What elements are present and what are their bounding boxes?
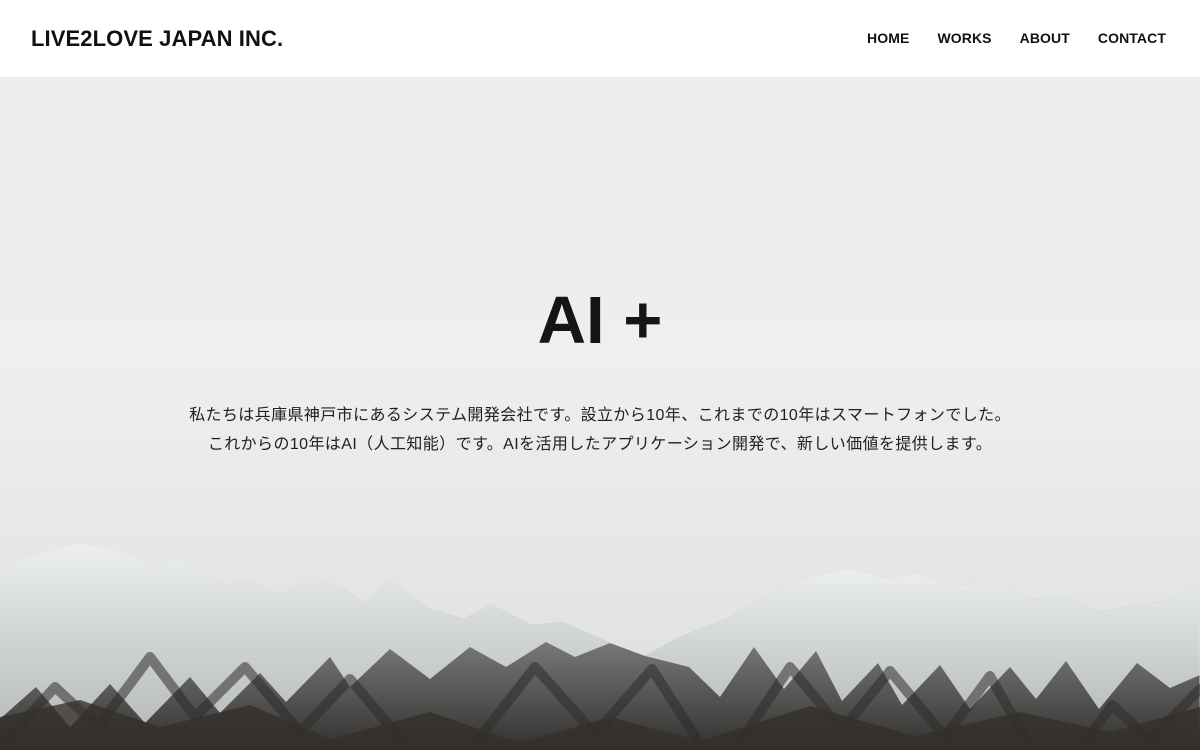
nav-about-link[interactable]: ABOUT xyxy=(1020,30,1070,46)
company-logo[interactable]: LIVE2LOVE JAPAN INC. xyxy=(31,26,283,52)
hero-description: 私たちは兵庫県神戸市にあるシステム開発会社です。設立から10年、これまでの10年… xyxy=(0,401,1200,459)
nav-contact-link[interactable]: CONTACT xyxy=(1098,30,1166,46)
site-header: LIVE2LOVE JAPAN INC. HOME WORKS ABOUT CO… xyxy=(0,0,1200,77)
landing-page: LIVE2LOVE JAPAN INC. HOME WORKS ABOUT CO… xyxy=(0,0,1200,750)
nav-home-link[interactable]: HOME xyxy=(867,30,909,46)
hero-description-line-1: 私たちは兵庫県神戸市にあるシステム開発会社です。設立から10年、これまでの10年… xyxy=(189,407,1011,424)
nav-works-link[interactable]: WORKS xyxy=(937,30,991,46)
hero-title: AI + xyxy=(537,283,663,358)
main-navigation: HOME WORKS ABOUT CONTACT xyxy=(867,30,1166,46)
hero-description-line-2: これからの10年はAI（人工知能）です。AIを活用したアプリケーション開発で、新… xyxy=(207,436,993,453)
hero-section: AI + 私たちは兵庫県神戸市にあるシステム開発会社です。設立から10年、これま… xyxy=(0,77,1200,750)
hero-content: AI + 私たちは兵庫県神戸市にあるシステム開発会社です。設立から10年、これま… xyxy=(0,77,1200,750)
